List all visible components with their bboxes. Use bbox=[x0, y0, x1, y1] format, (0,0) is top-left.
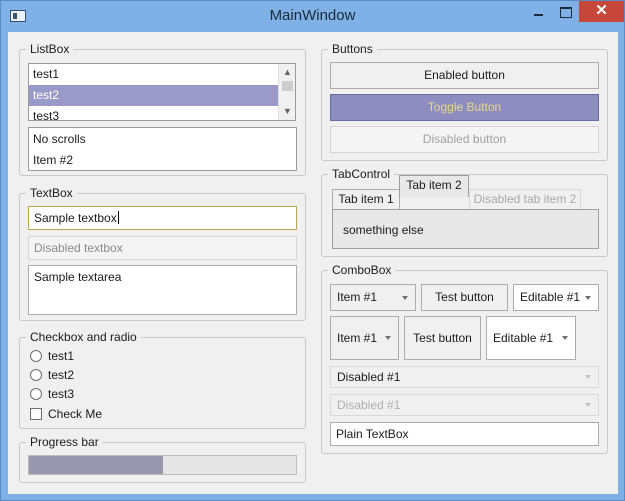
title-bar[interactable]: MainWindow ✕ bbox=[1, 1, 624, 32]
toggle-button[interactable]: Toggle Button bbox=[330, 94, 599, 121]
editable-combobox[interactable]: Editable #1 bbox=[513, 284, 599, 311]
dropdown-chevron-icon[interactable] bbox=[580, 285, 598, 310]
buttons-group-legend: Buttons bbox=[328, 42, 377, 56]
maximize-icon[interactable] bbox=[552, 1, 579, 22]
combobox-item1-tall[interactable]: Item #1 bbox=[330, 316, 399, 360]
combobox-group-legend: ComboBox bbox=[328, 263, 396, 277]
buttons-group: Buttons Enabled button Toggle Button Dis… bbox=[321, 42, 608, 161]
tabcontrol-group: TabControl Tab item 1 Tab item 2 Disable… bbox=[321, 167, 608, 257]
radio-label: test3 bbox=[48, 387, 75, 401]
progress-fill bbox=[29, 456, 163, 474]
scroll-thumb[interactable] bbox=[282, 81, 293, 91]
client-area: ListBox test1 test2 test3 ▲ ▼ No scrolls… bbox=[8, 32, 618, 494]
vertical-scrollbar[interactable]: ▲ ▼ bbox=[278, 64, 295, 120]
disabled-combobox-dim: Disabled #1 bbox=[330, 394, 599, 416]
combobox-group: ComboBox Item #1 Test button Editable #1… bbox=[321, 263, 608, 454]
listbox-group-legend: ListBox bbox=[26, 42, 74, 56]
checkbox-label: Check Me bbox=[48, 407, 103, 421]
disabled-combobox: Disabled #1 bbox=[330, 366, 599, 388]
radio-button[interactable] bbox=[30, 388, 42, 400]
tab-content-text: something else bbox=[343, 223, 424, 237]
tab-item-2[interactable]: Tab item 2 bbox=[399, 175, 469, 197]
progress-group-legend: Progress bar bbox=[26, 435, 103, 449]
dropdown-chevron-icon[interactable] bbox=[557, 317, 575, 359]
tabcontrol-group-legend: TabControl bbox=[328, 167, 395, 181]
checkbox-radio-group: Checkbox and radio test1 test2 test3 Che… bbox=[19, 330, 306, 429]
sample-textbox[interactable]: Sample textbox bbox=[28, 206, 297, 230]
enabled-button[interactable]: Enabled button bbox=[330, 62, 599, 89]
combobox-item1[interactable]: Item #1 bbox=[330, 284, 416, 311]
disabled-textbox: Disabled textbox bbox=[28, 236, 297, 260]
editable-combobox-tall[interactable]: Editable #1 bbox=[486, 316, 576, 360]
tab-item-1[interactable]: Tab item 1 bbox=[332, 189, 400, 209]
sample-textbox-value: Sample textbox bbox=[34, 211, 117, 225]
list-item[interactable]: No scrolls bbox=[29, 129, 296, 150]
disabled-combobox-value: Disabled #1 bbox=[337, 370, 401, 384]
combobox-value: Item #1 bbox=[337, 290, 378, 304]
list-item-selected[interactable]: test2 bbox=[29, 85, 295, 106]
combobox-value: Item #1 bbox=[337, 331, 378, 345]
textbox-group-legend: TextBox bbox=[26, 186, 77, 200]
textbox-group: TextBox Sample textbox Disabled textbox … bbox=[19, 186, 306, 321]
dropdown-chevron-icon[interactable] bbox=[380, 317, 398, 359]
dropdown-chevron-icon[interactable] bbox=[397, 285, 415, 310]
dropdown-chevron-icon bbox=[580, 395, 598, 415]
text-caret bbox=[117, 211, 119, 224]
list-item[interactable]: test3 bbox=[29, 106, 295, 120]
list-item[interactable]: test1 bbox=[29, 64, 295, 85]
plain-textbox[interactable]: Plain TextBox bbox=[330, 422, 599, 446]
close-icon[interactable]: ✕ bbox=[579, 1, 624, 22]
dropdown-chevron-icon bbox=[580, 367, 598, 387]
disabled-combobox-value: Disabled #1 bbox=[337, 398, 401, 412]
scrolling-listbox[interactable]: test1 test2 test3 ▲ ▼ bbox=[28, 63, 296, 121]
radio-button[interactable] bbox=[30, 350, 42, 362]
editable-combobox-value[interactable]: Editable #1 bbox=[520, 290, 580, 304]
test-button-tall[interactable]: Test button bbox=[404, 316, 481, 360]
sample-textarea[interactable]: Sample textarea bbox=[28, 265, 297, 315]
checkbox-radio-group-legend: Checkbox and radio bbox=[26, 330, 141, 344]
tab-content-panel: something else bbox=[332, 209, 599, 249]
editable-combobox-value[interactable]: Editable #1 bbox=[493, 331, 553, 345]
list-item[interactable]: Item #2 bbox=[29, 150, 296, 170]
listbox-group: ListBox test1 test2 test3 ▲ ▼ No scrolls… bbox=[19, 42, 306, 176]
tab-disabled-item-2: Disabled tab item 2 bbox=[469, 189, 581, 209]
scroll-down-icon[interactable]: ▼ bbox=[279, 103, 295, 120]
disabled-button: Disabled button bbox=[330, 126, 599, 153]
scroll-up-icon[interactable]: ▲ bbox=[279, 64, 295, 81]
radio-label: test2 bbox=[48, 368, 75, 382]
main-window: MainWindow ✕ ListBox test1 test2 test3 ▲… bbox=[0, 0, 625, 501]
checkbox[interactable] bbox=[30, 408, 42, 420]
minimize-icon[interactable] bbox=[525, 1, 552, 22]
progress-group: Progress bar bbox=[19, 435, 306, 483]
progress-bar bbox=[28, 455, 297, 475]
radio-button[interactable] bbox=[30, 369, 42, 381]
test-button[interactable]: Test button bbox=[421, 284, 508, 311]
plain-listbox[interactable]: No scrolls Item #2 bbox=[28, 127, 297, 171]
radio-label: test1 bbox=[48, 349, 75, 363]
